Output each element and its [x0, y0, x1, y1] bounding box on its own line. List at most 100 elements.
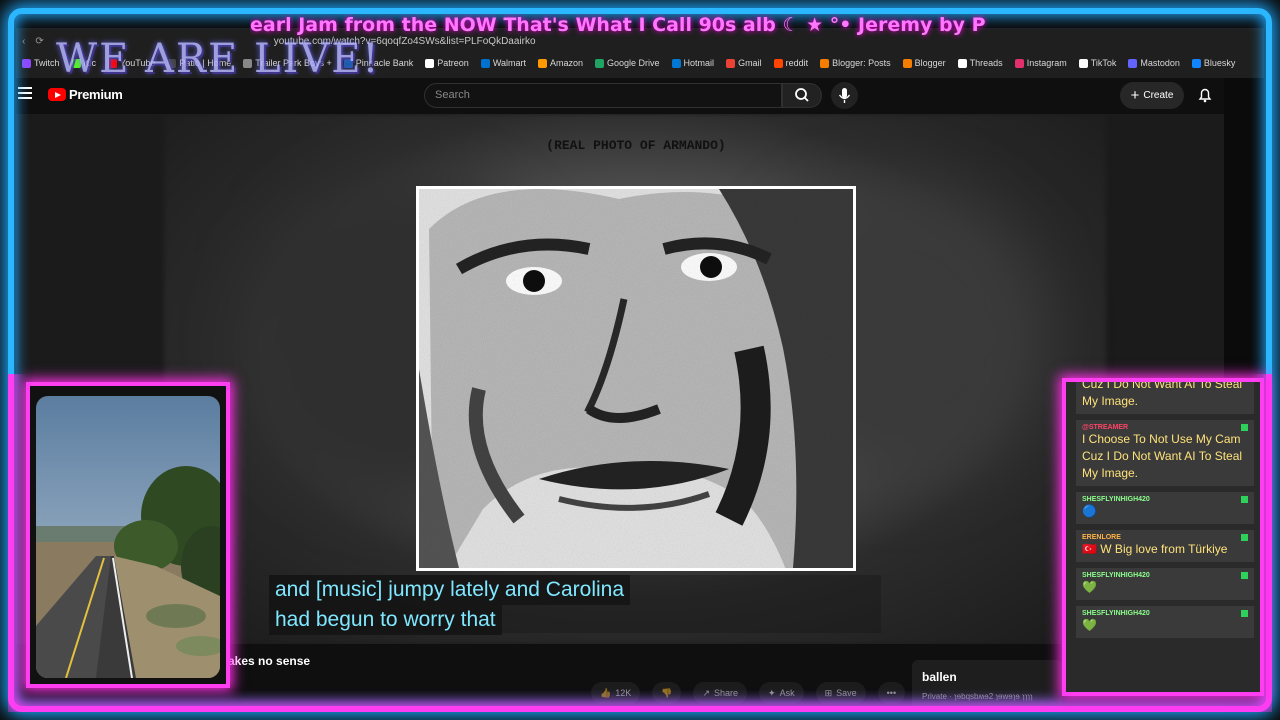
- bookmark-icon: [773, 58, 783, 68]
- chat-text: 💚: [1082, 580, 1097, 594]
- search-icon: [795, 88, 809, 102]
- badge-icon: [1241, 572, 1248, 579]
- back-icon[interactable]: ‹: [22, 36, 25, 47]
- sparkle-icon: ✦: [768, 687, 776, 698]
- chat-text: I Choose To Not Use My Cam Cuz I Do Not …: [1082, 432, 1243, 480]
- mugshot-photo: [416, 186, 856, 571]
- save-button[interactable]: ⊞ Save: [815, 682, 866, 704]
- screen: ‹ ⟳ youtube.com/watch?v=6qoqfZo4SWs&list…: [0, 0, 1280, 720]
- bookmark-icon: [537, 58, 547, 68]
- bookmark-label: Walmart: [492, 58, 526, 68]
- bookmark-item[interactable]: reddit: [773, 58, 809, 68]
- camera-panel: [26, 382, 230, 688]
- chat-username-text: ERENLORE: [1082, 534, 1121, 541]
- badge-icon: [1241, 534, 1248, 541]
- bookmark-item[interactable]: Twitch: [22, 58, 60, 68]
- chat-message: Cuz I Do Not Want AI To Steal My Image.: [1076, 378, 1254, 414]
- mic-icon: [838, 88, 851, 103]
- chat-username: SHESFLYINHIGH420: [1082, 496, 1248, 503]
- bookmark-icon: [726, 58, 736, 68]
- like-count: 12K: [615, 688, 632, 698]
- playlist-title: ballen: [922, 670, 957, 684]
- bookmark-item[interactable]: Threads: [957, 58, 1003, 68]
- bookmark-icon: [425, 58, 435, 68]
- thumbs-up-icon: 👍: [600, 687, 612, 698]
- bookmark-item[interactable]: Instagram: [1014, 58, 1067, 68]
- caption-line-2: had begun to worry that: [269, 605, 502, 635]
- share-button[interactable]: ↗ Share: [693, 682, 748, 704]
- bookmark-label: Threads: [969, 58, 1003, 68]
- bookmark-item[interactable]: Blogger: Posts: [820, 58, 891, 68]
- brand-label: Premium: [69, 87, 123, 102]
- now-playing-ticker: earl Jam from the NOW That's What I Call…: [250, 14, 986, 36]
- bookmark-item[interactable]: TikTok: [1078, 58, 1116, 68]
- badge-icon: [1241, 496, 1248, 503]
- road-scene: [36, 396, 220, 678]
- bookmark-item[interactable]: Gmail: [726, 58, 762, 68]
- bookmark-icon: [902, 58, 912, 68]
- bookmark-icon: [595, 58, 605, 68]
- ask-button[interactable]: ✦ Ask: [759, 682, 804, 704]
- chat-panel: Cuz I Do Not Want AI To Steal My Image. @…: [1062, 378, 1264, 696]
- bookmark-label: Instagram: [1026, 58, 1067, 68]
- chat-message: SHESFLYINHIGH420 💚: [1076, 568, 1254, 600]
- youtube-header: Premium Search + Create: [16, 78, 1224, 114]
- chat-username-text: @STREAMER: [1082, 424, 1129, 431]
- reload-icon[interactable]: ⟳: [35, 36, 43, 47]
- chat-message: SHESFLYINHIGH420 💚: [1076, 606, 1254, 638]
- bookmark-item[interactable]: Google Drive: [595, 58, 660, 68]
- bookmark-item[interactable]: Hotmail: [671, 58, 715, 68]
- bookmark-icon: [1078, 58, 1088, 68]
- bookmark-label: Blogger: [914, 58, 946, 68]
- bookmark-label: Blogger: Posts: [832, 58, 891, 68]
- bookmark-icon: [957, 58, 967, 68]
- playlist-panel[interactable]: ballen Private · ɿɘbqsbʍɘ2 ɿɘwɘɿɘ ɿɿɿɿ: [912, 660, 1062, 712]
- chat-username: ERENLORE: [1082, 534, 1248, 541]
- share-label: Share: [714, 688, 739, 698]
- bookmark-item[interactable]: Blogger: [902, 58, 946, 68]
- bookmark-item[interactable]: Bluesky: [1191, 58, 1236, 68]
- bookmark-item[interactable]: Walmart: [480, 58, 526, 68]
- ask-label: Ask: [779, 688, 795, 698]
- search-input[interactable]: Search: [424, 83, 782, 108]
- dislike-button[interactable]: 👎: [652, 682, 682, 704]
- bookmark-item[interactable]: Amazon: [537, 58, 583, 68]
- bookmark-label: Bluesky: [1203, 58, 1236, 68]
- notifications-bell-icon[interactable]: [1196, 86, 1214, 104]
- bookmark-label: Hotmail: [683, 58, 715, 68]
- save-icon: ⊞: [824, 687, 833, 698]
- bookmark-icon: [1191, 58, 1201, 68]
- bookmark-item[interactable]: Patreon: [425, 58, 469, 68]
- bookmark-item[interactable]: Mastodon: [1128, 58, 1180, 68]
- more-button[interactable]: •••: [877, 682, 906, 704]
- bookmark-icon: [480, 58, 490, 68]
- search-button[interactable]: [782, 83, 822, 108]
- video-title: akes no sense: [228, 654, 311, 668]
- chat-text: Cuz I Do Not Want AI To Steal My Image.: [1082, 378, 1243, 408]
- create-button[interactable]: + Create: [1120, 82, 1184, 109]
- chat-message: SHESFLYINHIGH420 🔵: [1076, 492, 1254, 524]
- chat-text: 💚: [1082, 618, 1097, 632]
- bookmark-icon: [22, 58, 31, 68]
- chat-username-text: SHESFLYINHIGH420: [1082, 610, 1150, 617]
- like-button[interactable]: 👍 12K: [591, 682, 641, 704]
- badge-icon: [1241, 610, 1248, 617]
- youtube-logo[interactable]: Premium: [48, 87, 123, 102]
- chat-message: ERENLORE 🇹🇷 W Big love from Türkiye: [1076, 530, 1254, 562]
- save-label: Save: [836, 688, 857, 698]
- caption-line-1: and [music] jumpy lately and Carolina: [269, 575, 631, 605]
- thumbs-down-icon: 👎: [661, 687, 673, 698]
- bookmark-label: reddit: [785, 58, 809, 68]
- chat-text: 🇹🇷 W Big love from Türkiye: [1082, 542, 1228, 556]
- chat-username-text: SHESFLYINHIGH420: [1082, 496, 1150, 503]
- photo-title: (REAL PHOTO OF ARMANDO): [546, 138, 726, 153]
- menu-icon[interactable]: [18, 87, 32, 99]
- bookmark-icon: [820, 58, 830, 68]
- share-icon: ↗: [702, 687, 710, 698]
- create-label: Create: [1143, 90, 1174, 101]
- badge-icon: [1241, 424, 1248, 431]
- bookmark-label: Mastodon: [1140, 58, 1180, 68]
- voice-search-button[interactable]: [831, 82, 858, 109]
- bookmark-label: Patreon: [437, 58, 469, 68]
- chat-username: SHESFLYINHIGH420: [1082, 572, 1248, 579]
